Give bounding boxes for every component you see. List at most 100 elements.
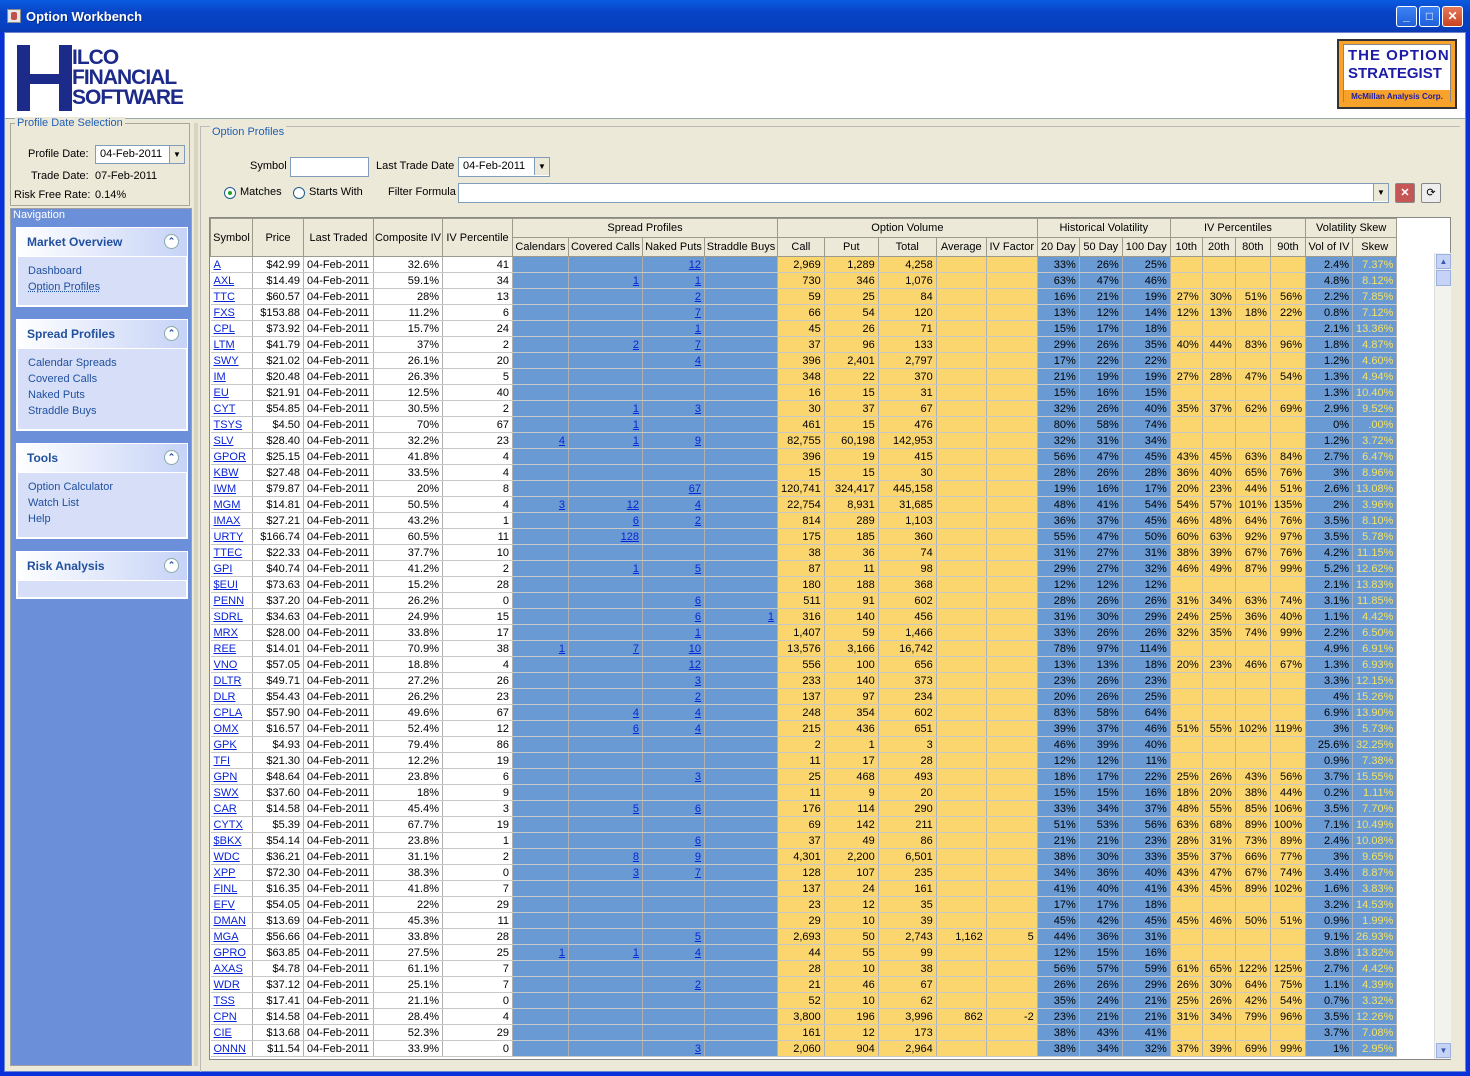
cell-symbol[interactable]: PENN [210,592,253,609]
table-row[interactable]: TSS $17.41 04-Feb-2011 21.1% 0 52 10 62 35% 24% 21… [210,992,1398,1009]
table-row[interactable]: GPK $4.93 04-Feb-2011 79.4% 86 2 1 3 46% 39% 40% 25… [210,736,1398,753]
cell-symbol[interactable]: SLV [210,432,253,449]
table-row[interactable]: SWX $37.60 04-Feb-2011 18% 9 11 9 20 15% 15% 16% 18… [210,784,1398,801]
table-row[interactable]: AXL $14.49 04-Feb-2011 59.1% 34 1 1 730 346 1,076… [210,272,1398,289]
table-row[interactable]: URTY $166.74 04-Feb-2011 60.5% 11 128 175 185 36… [210,528,1398,545]
cell-symbol[interactable]: A [210,256,253,273]
cell-calendars[interactable]: 1 [512,944,569,961]
cell-naked-puts[interactable]: 3 [642,768,705,785]
cell-symbol[interactable]: GPN [210,768,253,785]
cell-covered-calls[interactable]: 1 [568,400,643,417]
table-row[interactable]: IM $20.48 04-Feb-2011 26.3% 5 348 22 370 21% 19% 1… [210,368,1398,385]
cell-naked-puts[interactable]: 3 [642,1040,705,1057]
scroll-down-icon[interactable]: ▼ [1436,1043,1451,1058]
collapse-icon[interactable]: ⌃ [164,558,179,573]
cell-symbol[interactable]: $BKX [210,832,253,849]
col-header-20th[interactable]: 20th [1201,237,1236,257]
matches-radio[interactable] [224,187,236,199]
col-header-calendars[interactable]: Calendars [512,237,569,257]
table-row[interactable]: GPOR $25.15 04-Feb-2011 41.8% 4 396 19 415 56% 47… [210,448,1398,465]
cell-symbol[interactable]: TFI [210,752,253,769]
filter-formula-combo[interactable]: ▼ [458,183,1389,203]
table-row[interactable]: GPI $40.74 04-Feb-2011 41.2% 2 1 5 87 11 98 29% 27%… [210,560,1398,577]
cell-covered-calls[interactable]: 3 [568,864,643,881]
col-header-covered-calls[interactable]: Covered Calls [568,237,643,257]
table-row[interactable]: SLV $28.40 04-Feb-2011 32.2% 23 4 1 9 82,755 60,1… [210,432,1398,449]
col-header-skew[interactable]: Skew [1352,237,1398,257]
cell-naked-puts[interactable]: 1 [642,320,705,337]
cell-symbol[interactable]: GPRO [210,944,253,961]
nav-link-covered-calls[interactable]: Covered Calls [28,371,186,387]
cell-symbol[interactable]: $EUI [210,576,253,593]
table-row[interactable]: AXAS $4.78 04-Feb-2011 61.1% 7 28 10 38 56% 57% 59… [210,960,1398,977]
cell-naked-puts[interactable]: 4 [642,704,705,721]
cell-calendars[interactable]: 4 [512,432,569,449]
table-row[interactable]: FINL $16.35 04-Feb-2011 41.8% 7 137 24 161 41% 40… [210,880,1398,897]
cell-symbol[interactable]: KBW [210,464,253,481]
profile-date-combo[interactable]: 04-Feb-2011 ▼ [95,145,185,164]
last-trade-date-combo[interactable]: 04-Feb-2011 ▼ [458,157,550,177]
col-header-90th[interactable]: 90th [1269,237,1307,257]
col-header-straddle-buys[interactable]: Straddle Buys [704,237,778,257]
table-row[interactable]: CPL $73.92 04-Feb-2011 15.7% 24 1 45 26 71 15% 17%… [210,320,1398,337]
col-header-iv-percentile[interactable]: IV Percentile [442,218,513,257]
cell-symbol[interactable]: XPP [210,864,253,881]
table-row[interactable]: FXS $153.88 04-Feb-2011 11.2% 6 7 66 54 120 13% 12… [210,304,1398,321]
cell-covered-calls[interactable]: 6 [568,512,643,529]
cell-symbol[interactable]: AXAS [210,960,253,977]
table-row[interactable]: VNO $57.05 04-Feb-2011 18.8% 4 12 556 100 656 13%… [210,656,1398,673]
cell-naked-puts[interactable]: 7 [642,336,705,353]
cell-symbol[interactable]: MGA [210,928,253,945]
chevron-down-icon[interactable]: ▼ [1373,184,1388,201]
col-header-vol-of-iv[interactable]: Vol of IV [1305,237,1354,257]
col-header-composite-iv[interactable]: Composite IV [373,218,443,257]
table-row[interactable]: TSYS $4.50 04-Feb-2011 70% 67 1 461 15 476 80% 58%… [210,416,1398,433]
panel-header-tools[interactable]: Tools ⌃ [17,444,187,472]
cell-calendars[interactable]: 1 [512,640,569,657]
cell-symbol[interactable]: MGM [210,496,253,513]
table-row[interactable]: SWY $21.02 04-Feb-2011 26.1% 20 4 396 2,401 2,79… [210,352,1398,369]
cell-straddle-buys[interactable]: 1 [704,608,778,625]
col-header-total[interactable]: Total [877,237,937,257]
nav-link-straddle-buys[interactable]: Straddle Buys [28,403,186,419]
col-header-80th[interactable]: 80th [1234,237,1271,257]
col-header-10th[interactable]: 10th [1169,237,1203,257]
cell-symbol[interactable]: VNO [210,656,253,673]
cell-symbol[interactable]: LTM [210,336,253,353]
cell-covered-calls[interactable]: 1 [568,416,643,433]
col-header-put[interactable]: Put [823,237,879,257]
cell-symbol[interactable]: TTEC [210,544,253,561]
cell-naked-puts[interactable]: 7 [642,304,705,321]
col-header-iv-factor[interactable]: IV Factor [985,237,1038,257]
table-row[interactable]: GPN $48.64 04-Feb-2011 23.8% 6 3 25 468 493 18% 17… [210,768,1398,785]
col-header-20-day[interactable]: 20 Day [1036,237,1080,257]
chevron-down-icon[interactable]: ▼ [169,146,184,163]
table-row[interactable]: A $42.99 04-Feb-2011 32.6% 41 12 2,969 1,289 4,2… [210,256,1398,273]
col-header-symbol[interactable]: Symbol [210,218,253,257]
cell-symbol[interactable]: IMAX [210,512,253,529]
cell-naked-puts[interactable]: 6 [642,592,705,609]
cell-symbol[interactable]: GPK [210,736,253,753]
cell-naked-puts[interactable]: 4 [642,720,705,737]
cell-calendars[interactable]: 3 [512,496,569,513]
cell-symbol[interactable]: SDRL [210,608,253,625]
cell-symbol[interactable]: CYTX [210,816,253,833]
cell-covered-calls[interactable]: 1 [568,560,643,577]
table-row[interactable]: MRX $28.00 04-Feb-2011 33.8% 17 1 1,407 59 1,466… [210,624,1398,641]
col-header-call[interactable]: Call [777,237,825,257]
nav-link-option-calculator[interactable]: Option Calculator [28,479,186,495]
cell-naked-puts[interactable]: 6 [642,608,705,625]
minimize-button[interactable]: _ [1396,6,1417,27]
cell-symbol[interactable]: TSYS [210,416,253,433]
cell-symbol[interactable]: SWY [210,352,253,369]
table-row[interactable]: MGA $56.66 04-Feb-2011 33.8% 28 5 2,693 50 2,743… [210,928,1398,945]
cell-symbol[interactable]: IM [210,368,253,385]
table-row[interactable]: IWM $79.87 04-Feb-2011 20% 8 67 120,741 324,417… [210,480,1398,497]
table-row[interactable]: ONNN $11.54 04-Feb-2011 33.9% 0 3 2,060 904 2,96… [210,1040,1398,1057]
table-row[interactable]: LTM $41.79 04-Feb-2011 37% 2 2 7 37 96 133 29% 26% 3… [210,336,1398,353]
panel-header-spread-profiles[interactable]: Spread Profiles ⌃ [17,320,187,348]
collapse-icon[interactable]: ⌃ [164,234,179,249]
cell-covered-calls[interactable]: 128 [568,528,643,545]
cell-symbol[interactable]: SWX [210,784,253,801]
cell-symbol[interactable]: TSS [210,992,253,1009]
